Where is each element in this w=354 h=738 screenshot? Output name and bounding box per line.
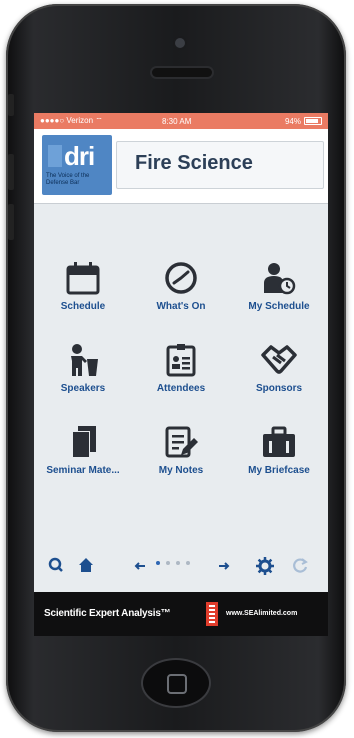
page-title-box: Fire Science bbox=[116, 141, 324, 189]
speaker-podium-icon bbox=[71, 344, 98, 376]
status-time: 8:30 AM bbox=[162, 116, 192, 126]
earpiece-speaker bbox=[152, 68, 212, 77]
page-dot bbox=[166, 561, 170, 565]
page-title: Fire Science bbox=[135, 152, 253, 174]
app-screen: ●●●●○ Verizon ⌔ 8:30 AM 94% dri The Voic… bbox=[34, 113, 328, 636]
page-dot bbox=[176, 561, 180, 565]
documents-icon bbox=[72, 426, 96, 458]
home-button[interactable] bbox=[78, 557, 94, 578]
search-icon bbox=[48, 557, 63, 572]
settings-button[interactable] bbox=[256, 557, 274, 580]
volume-down-button bbox=[8, 204, 14, 240]
menu-seminar-materials[interactable]: Seminar Mate... bbox=[34, 425, 132, 495]
arrow-left-icon bbox=[134, 562, 145, 570]
footer-banner: Scientific Expert Analysis™ www.SEAlimit… bbox=[34, 592, 328, 636]
previous-page-button[interactable] bbox=[134, 559, 146, 577]
menu-label: Seminar Mate... bbox=[46, 465, 120, 476]
menu-speakers[interactable]: Speakers bbox=[34, 343, 132, 413]
logo-tagline: The Voice of the Defense Bar bbox=[46, 173, 90, 186]
menu-label: What's On bbox=[156, 301, 206, 312]
menu-my-schedule[interactable]: My Schedule bbox=[230, 261, 328, 331]
notes-edit-icon bbox=[165, 426, 198, 458]
clock-icon bbox=[165, 262, 197, 294]
menu-label: My Notes bbox=[158, 465, 204, 476]
menu-label: Sponsors bbox=[255, 383, 303, 394]
battery-status: 94% bbox=[285, 117, 322, 126]
menu-schedule[interactable]: Schedule bbox=[34, 261, 132, 331]
bottom-navigation bbox=[34, 551, 328, 581]
battery-icon bbox=[304, 117, 322, 125]
carrier-label: ●●●●○ Verizon ⌔ bbox=[40, 116, 103, 125]
menu-attendees[interactable]: Attendees bbox=[132, 343, 230, 413]
page-indicator bbox=[156, 561, 190, 565]
volume-up-button bbox=[8, 154, 14, 190]
battery-percent: 94% bbox=[284, 116, 301, 126]
briefcase-icon bbox=[263, 426, 295, 457]
gear-icon bbox=[256, 557, 274, 575]
mute-switch bbox=[8, 94, 14, 116]
menu-sponsors[interactable]: Sponsors bbox=[230, 343, 328, 413]
badge-icon bbox=[166, 344, 196, 377]
sea-logo bbox=[206, 602, 218, 626]
footer-url[interactable]: www.SEAlimited.com bbox=[226, 610, 297, 617]
footer-brand: Scientific Expert Analysis™ bbox=[44, 608, 171, 619]
menu-label: Schedule bbox=[60, 301, 106, 312]
search-button[interactable] bbox=[48, 557, 64, 578]
dri-logo: dri The Voice of the Defense Bar bbox=[42, 135, 112, 195]
logo-text: dri bbox=[48, 141, 95, 172]
menu-label: My Schedule bbox=[248, 301, 310, 312]
menu-my-briefcase[interactable]: My Briefcase bbox=[230, 425, 328, 495]
app-header: dri The Voice of the Defense Bar Fire Sc… bbox=[34, 129, 328, 204]
page-dot-active bbox=[156, 561, 160, 565]
home-icon bbox=[79, 558, 93, 572]
next-page-button[interactable] bbox=[218, 559, 230, 577]
refresh-icon bbox=[293, 558, 308, 573]
status-bar: ●●●●○ Verizon ⌔ 8:30 AM 94% bbox=[34, 113, 328, 129]
menu-label: Attendees bbox=[156, 383, 206, 394]
front-camera bbox=[175, 38, 185, 48]
menu-label: My Briefcase bbox=[248, 465, 310, 476]
menu-label: Speakers bbox=[60, 383, 106, 394]
home-button-square-icon bbox=[167, 674, 187, 694]
calendar-icon bbox=[66, 262, 100, 295]
menu-my-notes[interactable]: My Notes bbox=[132, 425, 230, 495]
person-clock-icon bbox=[264, 263, 296, 295]
handshake-icon bbox=[261, 345, 297, 374]
phone-home-button[interactable] bbox=[143, 660, 209, 706]
page-dot bbox=[186, 561, 190, 565]
arrow-right-icon bbox=[219, 562, 230, 570]
refresh-button[interactable] bbox=[292, 557, 308, 578]
menu-whats-on[interactable]: What's On bbox=[132, 261, 230, 331]
